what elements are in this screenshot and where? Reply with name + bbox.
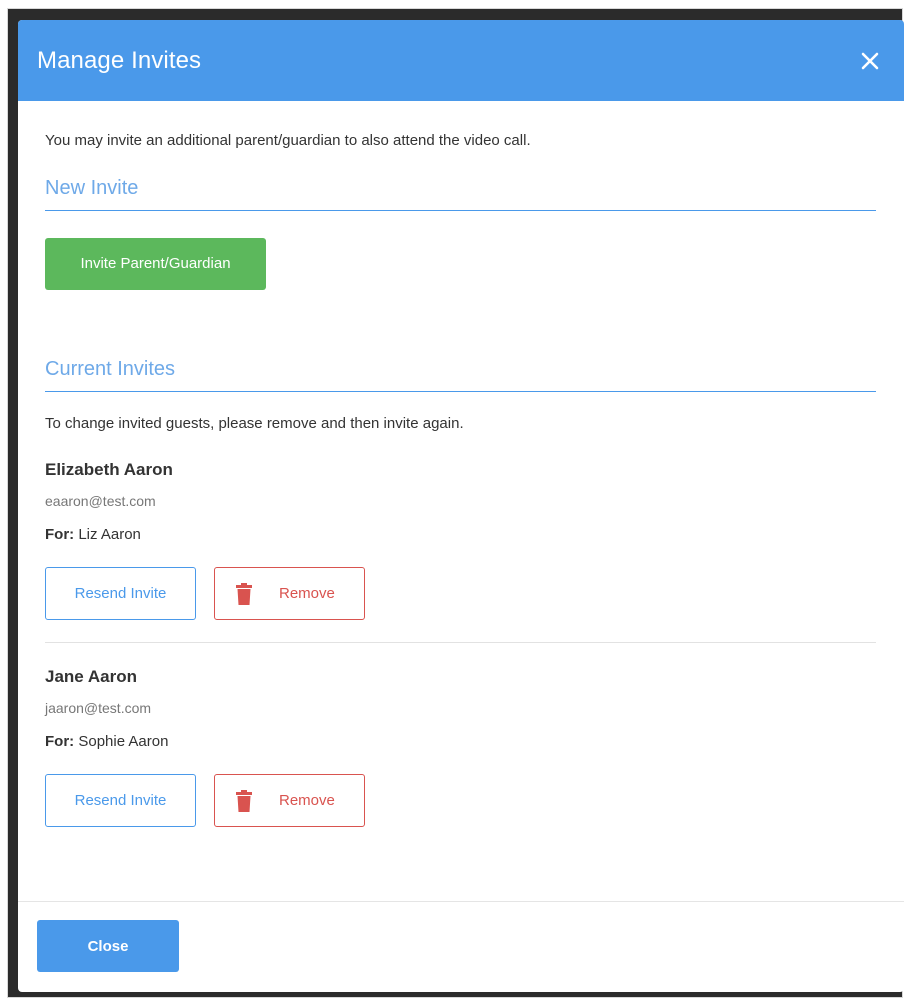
for-student-name: Sophie Aaron <box>78 733 169 750</box>
invitee-name: Elizabeth Aaron <box>45 460 173 479</box>
remove-label: Remove <box>279 585 335 602</box>
invite-parent-guardian-button[interactable]: Invite Parent/Guardian <box>45 238 266 290</box>
modal-footer: Close <box>18 901 904 992</box>
remove-label: Remove <box>279 792 335 809</box>
resend-invite-button[interactable]: Resend Invite <box>45 774 196 827</box>
resend-invite-button[interactable]: Resend Invite <box>45 567 196 620</box>
close-button[interactable]: Close <box>37 920 179 972</box>
current-invites-heading: Current Invites <box>45 358 876 392</box>
new-invite-heading: New Invite <box>45 177 876 211</box>
invitee-for: For: Liz Aaron <box>45 526 876 543</box>
remove-invite-button[interactable]: Remove <box>214 774 365 827</box>
invitee-name: Jane Aaron <box>45 667 137 686</box>
invitee-email: eaaron@test.com <box>45 493 156 509</box>
for-label: For: <box>45 733 75 750</box>
invite-actions: Resend Invite Remove <box>45 567 876 620</box>
modal-header: Manage Invites <box>18 20 904 101</box>
remove-invite-button[interactable]: Remove <box>214 567 365 620</box>
invitee-email: jaaron@test.com <box>45 700 152 716</box>
intro-text: You may invite an additional parent/guar… <box>45 132 531 149</box>
for-label: For: <box>45 526 75 543</box>
modal-body: You may invite an additional parent/guar… <box>18 132 904 849</box>
invite-actions: Resend Invite Remove <box>45 774 876 827</box>
manage-invites-modal: Manage Invites You may invite an additio… <box>18 20 904 992</box>
modal-title: Manage Invites <box>37 46 202 74</box>
invitee-for: For: Sophie Aaron <box>45 733 876 750</box>
close-icon[interactable] <box>856 47 884 75</box>
for-student-name: Liz Aaron <box>78 526 141 543</box>
trash-icon <box>235 582 253 605</box>
invite-item: Elizabeth Aaron eaaron@test.com For: Liz… <box>45 460 876 642</box>
change-invites-hint: To change invited guests, please remove … <box>45 415 464 432</box>
trash-icon <box>235 789 253 812</box>
invite-item: Jane Aaron jaaron@test.com For: Sophie A… <box>45 642 876 849</box>
